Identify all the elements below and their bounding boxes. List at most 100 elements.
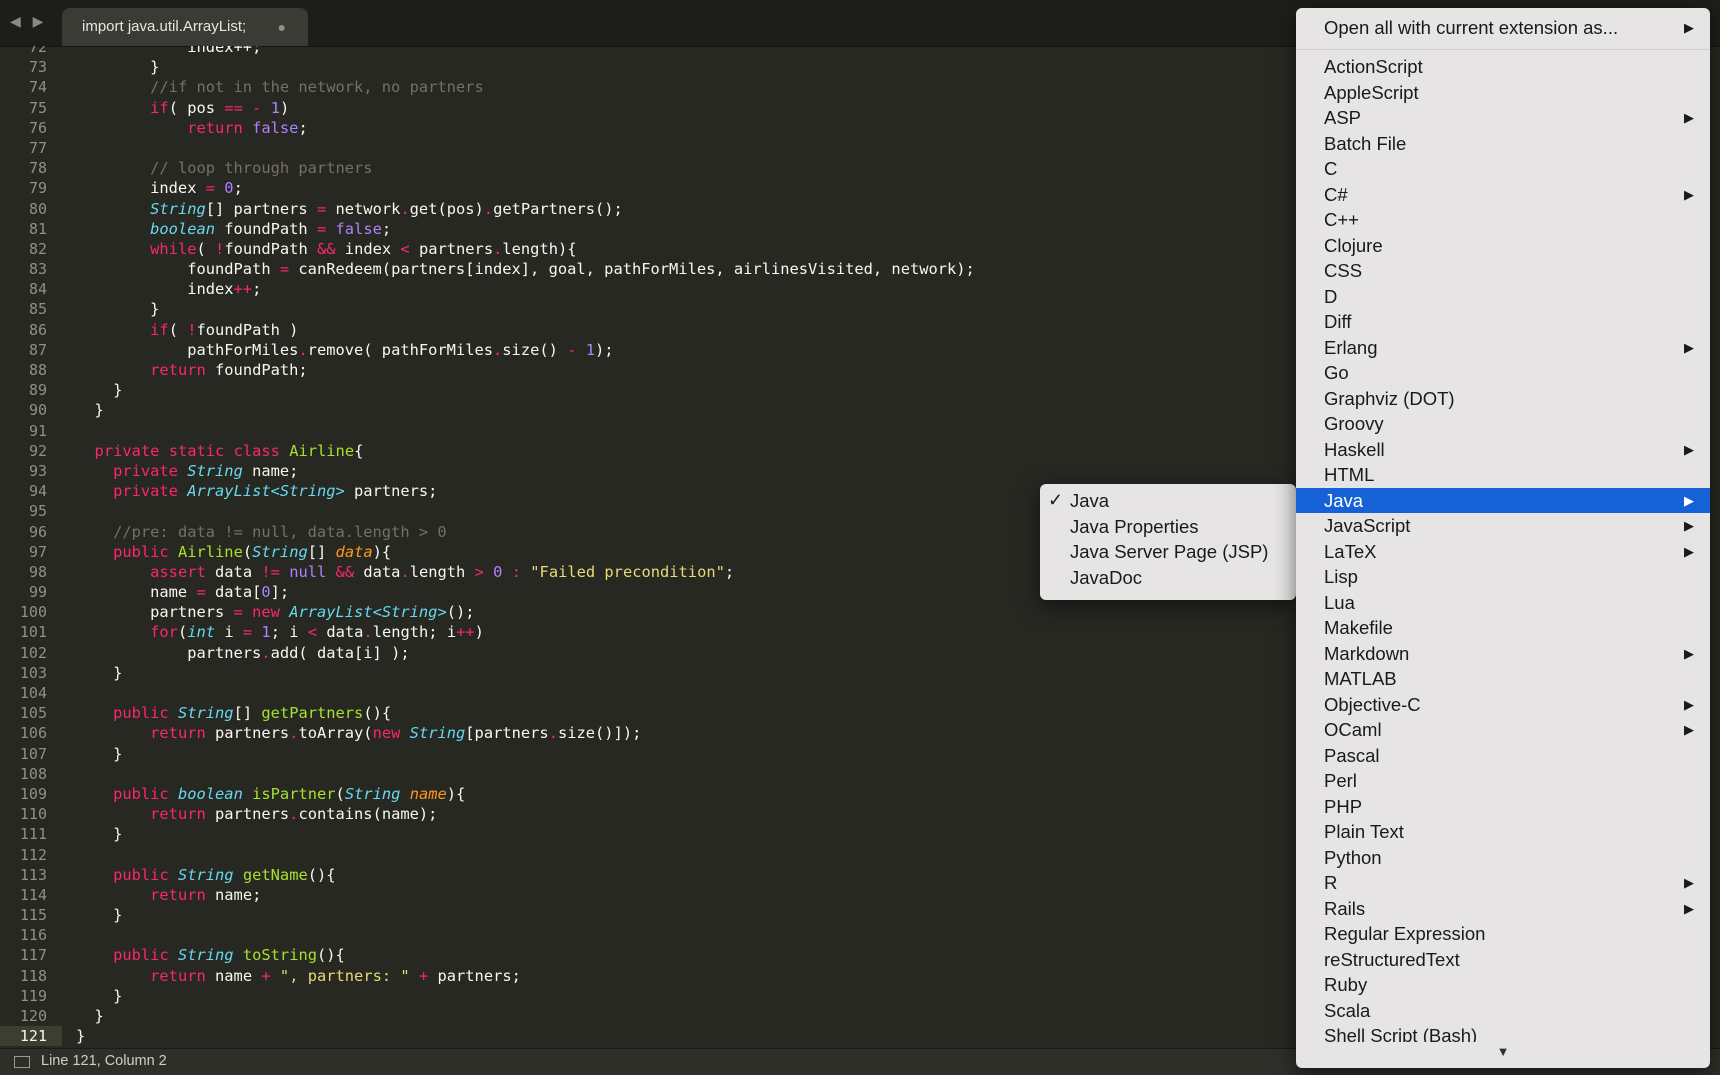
menu-item-diff[interactable]: Diff <box>1296 309 1710 335</box>
menu-item-applescript[interactable]: AppleScript <box>1296 80 1710 106</box>
menu-item-makefile[interactable]: Makefile <box>1296 615 1710 641</box>
java-syntax-submenu: ✓ Java Java Properties Java Server Page (JS… <box>1040 484 1296 600</box>
menu-item-php[interactable]: PHP <box>1296 794 1710 820</box>
menu-item-markdown[interactable]: Markdown ▶ <box>1296 641 1710 667</box>
menu-item-label: Diff <box>1324 311 1352 332</box>
menu-item-label: Regular Expression <box>1324 923 1486 944</box>
line-number: 81 <box>28 219 47 238</box>
menu-item-actionscript[interactable]: ActionScript <box>1296 54 1710 80</box>
line-number: 110 <box>19 805 47 824</box>
menu-item-d[interactable]: D <box>1296 284 1710 310</box>
line-number: 88 <box>28 361 47 379</box>
menu-item-label: C# <box>1324 183 1348 205</box>
line-number: 98 <box>28 562 47 581</box>
menu-item-label: Erlang <box>1324 336 1378 358</box>
submenu-arrow-icon: ▶ <box>1684 339 1694 355</box>
menu-item-latex[interactable]: LaTeX ▶ <box>1296 539 1710 565</box>
menu-item-scala[interactable]: Scala <box>1296 998 1710 1024</box>
line-number: 113 <box>19 865 47 884</box>
menu-item-c[interactable]: C# ▶ <box>1296 182 1710 208</box>
line-number: 89 <box>28 381 47 400</box>
menu-item-objective-c[interactable]: Objective-C ▶ <box>1296 692 1710 718</box>
panel-toggle-icon[interactable] <box>14 1056 30 1068</box>
line-number: 95 <box>28 502 47 521</box>
menu-item-css[interactable]: CSS <box>1296 258 1710 284</box>
menu-item-ocaml[interactable]: OCaml ▶ <box>1296 717 1710 743</box>
syntax-list: ActionScript AppleScript ASP ▶ Batch File C C#… <box>1296 54 1710 1049</box>
menu-item-clojure[interactable]: Clojure <box>1296 233 1710 259</box>
menu-item-label: HTML <box>1324 464 1375 485</box>
menu-item-erlang[interactable]: Erlang ▶ <box>1296 335 1710 361</box>
menu-item-python[interactable]: Python <box>1296 845 1710 871</box>
line-number: 75 <box>28 98 47 117</box>
menu-item-open-all-with-extension[interactable]: Open all with current extension as... ▶ <box>1296 10 1710 46</box>
menu-item-perl[interactable]: Perl <box>1296 768 1710 794</box>
menu-item-label: Scala <box>1324 999 1371 1021</box>
menu-item-label: Python <box>1324 846 1382 868</box>
submenu-arrow-icon: ▶ <box>1684 110 1694 125</box>
line-number: 109 <box>19 784 47 803</box>
line-number: 83 <box>28 260 47 279</box>
menu-item-c[interactable]: C++ <box>1296 207 1710 233</box>
menu-item-label: C <box>1324 158 1338 179</box>
menu-item-label: Rails <box>1324 897 1366 919</box>
unsaved-dot-icon[interactable]: ● <box>278 8 286 46</box>
menu-item-go[interactable]: Go <box>1296 360 1710 386</box>
submenu-arrow-icon: ▶ <box>1684 645 1694 661</box>
menu-item-matlab[interactable]: MATLAB <box>1296 666 1710 692</box>
menu-item-graphviz-dot[interactable]: Graphviz (DOT) <box>1296 386 1710 412</box>
menu-item-batch-file[interactable]: Batch File <box>1296 131 1710 157</box>
menu-item-label: Graphviz (DOT) <box>1324 387 1455 409</box>
menu-item-label: Markdown <box>1324 642 1410 664</box>
tab-title: import java.util.ArrayList; <box>82 18 247 35</box>
menu-item-label: Clojure <box>1324 234 1383 256</box>
menu-item-html[interactable]: HTML <box>1296 462 1710 488</box>
tab-forward-icon[interactable]: ▶ <box>33 13 48 29</box>
menu-item-restructuredtext[interactable]: reStructuredText <box>1296 947 1710 973</box>
menu-item-regular-expression[interactable]: Regular Expression <box>1296 921 1710 947</box>
line-number: 101 <box>19 623 47 642</box>
line-number: 96 <box>28 522 47 541</box>
menu-item-label: Lisp <box>1324 566 1358 587</box>
menu-item-label: Java Properties <box>1070 515 1199 537</box>
menu-item-lisp[interactable]: Lisp <box>1296 564 1710 590</box>
line-number: 119 <box>19 986 47 1005</box>
submenu-item-java[interactable]: ✓ Java <box>1040 488 1296 514</box>
line-number: 93 <box>28 461 47 480</box>
menu-item-rails[interactable]: Rails ▶ <box>1296 896 1710 922</box>
submenu-item-javadoc[interactable]: JavaDoc <box>1040 565 1296 591</box>
line-number: 121 <box>0 1026 62 1047</box>
menu-item-label: C++ <box>1324 209 1359 230</box>
tab-nav: ◀ ▶ <box>10 13 47 30</box>
line-number: 87 <box>28 340 47 359</box>
menu-item-label: Groovy <box>1324 413 1384 434</box>
menu-item-groovy[interactable]: Groovy <box>1296 411 1710 437</box>
line-number: 118 <box>19 966 47 985</box>
menu-item-haskell[interactable]: Haskell ▶ <box>1296 437 1710 463</box>
menu-item-ruby[interactable]: Ruby <box>1296 972 1710 998</box>
menu-item-asp[interactable]: ASP ▶ <box>1296 105 1710 131</box>
line-number: 91 <box>28 421 47 440</box>
menu-item-java[interactable]: Java ▶ <box>1296 487 1710 513</box>
menu-item-label: reStructuredText <box>1324 948 1460 970</box>
menu-item-lua[interactable]: Lua <box>1296 590 1710 616</box>
submenu-item-java-properties[interactable]: Java Properties <box>1040 514 1296 540</box>
line-number: 112 <box>19 845 47 864</box>
menu-item-label: Perl <box>1324 770 1357 791</box>
submenu-item-java-server-page-jsp[interactable]: Java Server Page (JSP) <box>1040 539 1296 565</box>
scroll-down-arrow-icon[interactable]: ▼ <box>1296 1042 1710 1062</box>
menu-item-plain-text[interactable]: Plain Text <box>1296 819 1710 845</box>
menu-item-c[interactable]: C <box>1296 156 1710 182</box>
tab-active-file[interactable]: import java.util.ArrayList; ● <box>62 8 308 46</box>
menu-item-label: Batch File <box>1324 132 1407 154</box>
menu-item-pascal[interactable]: Pascal <box>1296 743 1710 769</box>
menu-item-label: Haskell <box>1324 438 1385 460</box>
menu-item-label: MATLAB <box>1324 668 1397 689</box>
line-number: 73 <box>28 58 47 77</box>
menu-item-javascript[interactable]: JavaScript ▶ <box>1296 513 1710 539</box>
line-number: 108 <box>19 764 47 783</box>
tab-back-icon[interactable]: ◀ <box>10 13 25 29</box>
menu-item-r[interactable]: R ▶ <box>1296 870 1710 896</box>
menu-item-label: Plain Text <box>1324 821 1404 842</box>
menu-item-label: ASP <box>1324 107 1362 128</box>
